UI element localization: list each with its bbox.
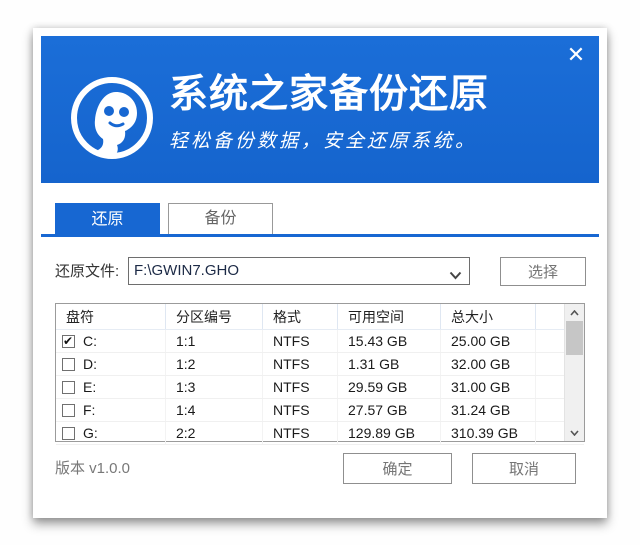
cell-format: NTFS [263, 422, 338, 444]
table-header-row: 盘符 分区编号 格式 可用空间 总大小 [56, 304, 584, 330]
cell-partition: 1:2 [166, 353, 263, 375]
cell-total-size: 310.39 GB [441, 422, 536, 444]
app-title: 系统之家备份还原 [169, 72, 589, 118]
cell-partition: 1:3 [166, 376, 263, 398]
tab-restore[interactable]: 还原 [55, 203, 160, 237]
column-header-format[interactable]: 格式 [263, 304, 338, 329]
version-label: 版本 v1.0.0 [55, 453, 130, 485]
partition-table: 盘符 分区编号 格式 可用空间 总大小 C: 1:1 NTFS 15.43 GB… [55, 303, 585, 442]
restore-file-combobox[interactable]: F:\GWIN7.GHO [128, 257, 470, 285]
cell-free-space: 129.89 GB [338, 422, 441, 444]
row-checkbox[interactable] [62, 427, 75, 440]
tab-backup[interactable]: 备份 [168, 203, 273, 234]
cell-format: NTFS [263, 353, 338, 375]
cell-partition: 1:1 [166, 330, 263, 352]
cell-drive: D: [83, 356, 97, 372]
cell-free-space: 27.57 GB [338, 399, 441, 421]
cell-total-size: 25.00 GB [441, 330, 536, 352]
cell-format: NTFS [263, 399, 338, 421]
table-row-f[interactable]: F: 1:4 NTFS 27.57 GB 31.24 GB [56, 399, 584, 422]
table-body: C: 1:1 NTFS 15.43 GB 25.00 GB D: 1:2 NTF… [56, 330, 584, 445]
table-row-d[interactable]: D: 1:2 NTFS 1.31 GB 32.00 GB [56, 353, 584, 376]
restore-file-row: 还原文件: F:\GWIN7.GHO 选择 [55, 257, 585, 287]
cell-free-space: 1.31 GB [338, 353, 441, 375]
restore-file-label: 还原文件: [55, 257, 119, 287]
app-header: ✕ 系统之家备份还原 轻松备份数据，安全还原系统。 [41, 36, 599, 183]
row-checkbox[interactable] [62, 381, 75, 394]
cancel-button[interactable]: 取消 [472, 453, 576, 484]
table-row-e[interactable]: E: 1:3 NTFS 29.59 GB 31.00 GB [56, 376, 584, 399]
cell-total-size: 31.24 GB [441, 399, 536, 421]
tab-bar: 还原 备份 [41, 203, 599, 237]
select-button[interactable]: 选择 [500, 257, 586, 286]
row-checkbox[interactable] [62, 358, 75, 371]
cell-partition: 1:4 [166, 399, 263, 421]
app-subtitle: 轻松备份数据，安全还原系统。 [169, 126, 589, 153]
ghost-logo-icon [70, 76, 154, 160]
column-header-total[interactable]: 总大小 [441, 304, 536, 329]
footer-bar: 版本 v1.0.0 确定 取消 [55, 453, 585, 485]
scroll-up-icon[interactable] [565, 304, 584, 321]
cell-drive: F: [83, 402, 95, 418]
ok-button[interactable]: 确定 [343, 453, 452, 484]
cell-partition: 2:2 [166, 422, 263, 444]
cell-format: NTFS [263, 330, 338, 352]
column-header-partition[interactable]: 分区编号 [166, 304, 263, 329]
desktop-background: ✕ 系统之家备份还原 轻松备份数据，安全还原系统。 还原 备份 [0, 0, 640, 545]
scroll-down-icon[interactable] [565, 424, 584, 441]
cell-total-size: 32.00 GB [441, 353, 536, 375]
column-header-free[interactable]: 可用空间 [338, 304, 441, 329]
scrollbar-thumb[interactable] [566, 321, 583, 355]
app-window: ✕ 系统之家备份还原 轻松备份数据，安全还原系统。 还原 备份 [33, 28, 607, 518]
row-checkbox[interactable] [62, 404, 75, 417]
close-icon[interactable]: ✕ [561, 40, 591, 70]
cell-free-space: 15.43 GB [338, 330, 441, 352]
tab-underline [41, 234, 599, 237]
cell-drive: C: [83, 333, 97, 349]
cell-total-size: 31.00 GB [441, 376, 536, 398]
table-row-g[interactable]: G: 2:2 NTFS 129.89 GB 310.39 GB [56, 422, 584, 445]
column-header-drive[interactable]: 盘符 [56, 304, 166, 329]
cell-free-space: 29.59 GB [338, 376, 441, 398]
row-checkbox[interactable] [62, 335, 75, 348]
header-titles: 系统之家备份还原 轻松备份数据，安全还原系统。 [169, 72, 589, 153]
restore-file-value: F:\GWIN7.GHO [134, 258, 239, 284]
cell-drive: G: [83, 425, 98, 441]
table-scrollbar[interactable] [564, 304, 584, 441]
chevron-down-icon[interactable] [449, 267, 462, 276]
cell-format: NTFS [263, 376, 338, 398]
table-row-c[interactable]: C: 1:1 NTFS 15.43 GB 25.00 GB [56, 330, 584, 353]
cell-drive: E: [83, 379, 96, 395]
